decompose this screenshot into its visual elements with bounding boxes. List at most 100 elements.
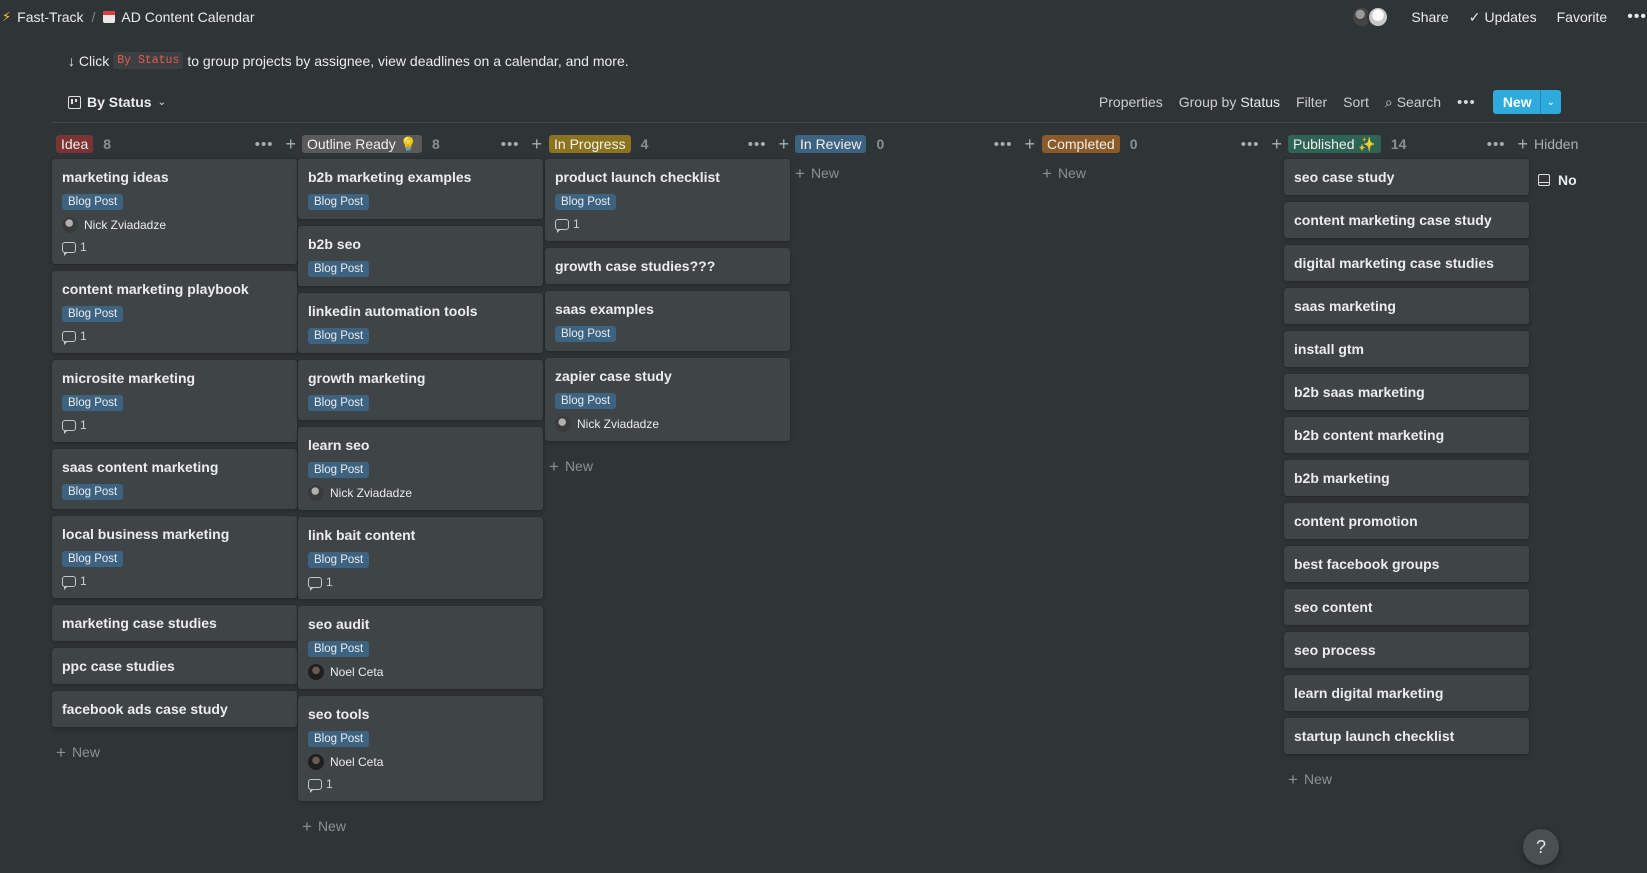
add-new-card-button[interactable]: + New [549,456,593,476]
add-card-button[interactable]: + [531,135,542,153]
add-card-button[interactable]: + [1271,135,1282,153]
card-title: saas content marketing [62,459,219,475]
add-new-card-button[interactable]: + New [302,816,346,836]
add-card-button[interactable]: + [1517,135,1528,153]
type-tag: Blog Post [308,462,370,478]
breadcrumb-workspace[interactable]: ⚡ Fast-Track [0,5,90,29]
card-title: marketing ideas [62,169,169,185]
board-card[interactable]: seo audit Blog Post Noel Ceta [298,606,543,689]
collaborator-avatars[interactable] [1351,6,1390,28]
sort-button[interactable]: Sort [1336,89,1376,115]
breadcrumb-page[interactable]: AD Content Calendar [97,5,260,29]
comment-count: 1 [62,329,287,345]
column-tools: ••• + [1241,135,1282,153]
filter-button[interactable]: Filter [1289,89,1334,115]
board-card[interactable]: growth marketing Blog Post [298,360,543,420]
share-button[interactable]: Share [1403,4,1456,30]
new-button[interactable]: New ⌄ [1492,90,1561,114]
board-card[interactable]: saas examples Blog Post [545,291,790,351]
add-new-card-button[interactable]: + New [1288,769,1332,789]
status-label[interactable]: Published ✨ [1288,135,1381,153]
more-menu-button[interactable]: ••• [1619,4,1647,30]
column-menu-button[interactable]: ••• [1241,136,1260,153]
board-card[interactable]: zapier case study Blog Post Nick Zviadadze [545,358,790,441]
top-bar: ⚡ Fast-Track / AD Content Calendar Share… [0,0,1647,34]
card-title: facebook ads case study [62,701,228,717]
add-new-card-button[interactable]: + New [1042,163,1086,183]
plus-icon: + [1042,163,1052,183]
view-more-button[interactable]: ••• [1450,89,1483,115]
board-column: In Review 0 ••• + + New [791,128,1037,182]
board-card[interactable]: learn digital marketing [1284,675,1529,711]
comment-number: 1 [326,575,333,589]
chevron-down-icon[interactable]: ⌄ [1539,90,1561,114]
column-menu-button[interactable]: ••• [1487,136,1506,153]
add-new-card-button[interactable]: + New [56,742,100,762]
board-card[interactable]: saas content marketing Blog Post [52,449,297,509]
hidden-group-item[interactable]: No [1538,172,1647,188]
status-label[interactable]: Outline Ready 💡 [302,135,423,153]
board-card[interactable]: digital marketing case studies [1284,245,1529,281]
board-card[interactable]: learn seo Blog Post Nick Zviadadze [298,427,543,510]
comment-icon [62,241,76,256]
card-title: marketing case studies [62,615,217,631]
type-tag: Blog Post [555,393,617,409]
board-card[interactable]: b2b marketing [1284,460,1529,496]
board-card[interactable]: marketing ideas Blog Post Nick Zviadadze 1 [52,159,297,264]
status-label[interactable]: Completed [1042,135,1120,153]
comment-number: 1 [80,418,87,432]
board-card[interactable]: b2b marketing examples Blog Post [298,159,543,219]
board-card[interactable]: link bait content Blog Post 1 [298,517,543,599]
view-switcher[interactable]: By Status ⌄ [68,94,166,110]
status-label[interactable]: In Review [795,135,867,153]
search-icon: ⌕ [1384,93,1393,110]
board-card[interactable]: b2b content marketing [1284,417,1529,453]
updates-button[interactable]: ✓ Updates [1461,4,1545,30]
board-card[interactable]: b2b saas marketing [1284,374,1529,410]
column-menu-button[interactable]: ••• [255,136,274,153]
board-card[interactable]: microsite marketing Blog Post 1 [52,360,297,442]
card-title: growth marketing [308,370,426,386]
add-new-card-button[interactable]: + New [795,163,839,183]
board-card[interactable]: marketing case studies [52,605,297,641]
favorite-button[interactable]: Favorite [1549,4,1616,30]
column-menu-button[interactable]: ••• [994,136,1013,153]
board-card[interactable]: facebook ads case study [52,691,297,727]
column-header: In Review 0 ••• + [791,128,1037,160]
status-label[interactable]: In Progress [549,135,631,153]
type-tag: Blog Post [308,552,370,568]
board-card[interactable]: content marketing case study [1284,202,1529,238]
comment-count: 1 [308,777,533,793]
board-card[interactable]: linkedin automation tools Blog Post [298,293,543,353]
board-card[interactable]: local business marketing Blog Post 1 [52,516,297,598]
board-card[interactable]: startup launch checklist [1284,718,1529,754]
column-menu-button[interactable]: ••• [748,136,767,153]
card-title: b2b marketing examples [308,169,472,185]
board-card[interactable]: saas marketing [1284,288,1529,324]
board-card[interactable]: seo content [1284,589,1529,625]
properties-button[interactable]: Properties [1092,89,1170,115]
board-card[interactable]: seo case study [1284,159,1529,195]
board-card[interactable]: product launch checklist Blog Post 1 [545,159,790,241]
lightning-icon: ⚡ [2,9,12,24]
search-button[interactable]: ⌕ Search [1378,89,1448,115]
board-column: In Progress 4 ••• + product launch checklist… [545,128,791,475]
board-card[interactable]: install gtm [1284,331,1529,367]
column-menu-button[interactable]: ••• [501,136,520,153]
new-button-label[interactable]: New [1493,90,1540,114]
board-card[interactable]: best facebook groups [1284,546,1529,582]
column-tools: ••• + [501,135,542,153]
board-card[interactable]: ppc case studies [52,648,297,684]
board-card[interactable]: b2b seo Blog Post [298,226,543,286]
board-card[interactable]: seo process [1284,632,1529,668]
board-card[interactable]: seo tools Blog Post Noel Ceta 1 [298,696,543,801]
board-card[interactable]: content marketing playbook Blog Post 1 [52,271,297,353]
status-label[interactable]: Idea [56,135,94,153]
help-button[interactable]: ? [1523,829,1559,865]
add-card-button[interactable]: + [778,135,789,153]
board-card[interactable]: content promotion [1284,503,1529,539]
add-card-button[interactable]: + [1024,135,1035,153]
group-by-button[interactable]: Group by Status [1172,89,1287,115]
add-card-button[interactable]: + [285,135,296,153]
board-card[interactable]: growth case studies??? [545,248,790,284]
